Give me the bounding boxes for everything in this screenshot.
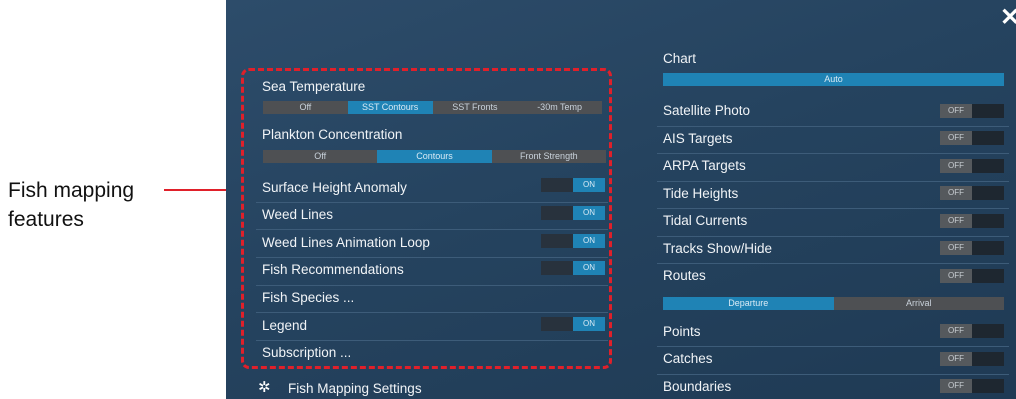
toggle-state: OFF <box>940 324 972 338</box>
gear-icon[interactable]: ✲ <box>258 380 271 396</box>
callout-line-2: features <box>8 208 84 231</box>
arpa-targets-toggle[interactable]: OFF <box>940 159 1004 173</box>
toggle-state: OFF <box>940 104 972 118</box>
divider <box>657 208 1009 209</box>
chart-option-auto[interactable]: Auto <box>663 73 1004 86</box>
toggle-label: Satellite Photo <box>663 103 751 118</box>
toggle-label: Boundaries <box>663 379 732 394</box>
divider <box>657 374 1009 375</box>
chart-label: Chart <box>663 51 697 66</box>
divider <box>657 263 1009 264</box>
ais-targets-toggle[interactable]: OFF <box>940 131 1004 145</box>
routes-mode-selector: Departure Arrival <box>663 297 1004 310</box>
toggle-label: AIS Targets <box>663 131 733 146</box>
fish-mapping-settings-label[interactable]: Fish Mapping Settings <box>288 381 422 397</box>
routes-option-departure[interactable]: Departure <box>663 297 834 310</box>
tidal-currents-toggle[interactable]: OFF <box>940 214 1004 228</box>
satellite-photo-toggle[interactable]: OFF <box>940 104 1004 118</box>
toggle-state: OFF <box>940 269 972 283</box>
divider <box>657 126 1009 127</box>
toggle-state: OFF <box>940 214 972 228</box>
toggle-label: ARPA Targets <box>663 158 746 173</box>
toggle-label: Tidal Currents <box>663 213 748 228</box>
divider <box>657 153 1009 154</box>
fish-mapping-highlight <box>241 68 612 369</box>
routes-toggle[interactable]: OFF <box>940 269 1004 283</box>
toggle-label: Points <box>663 324 701 339</box>
toggle-state: OFF <box>940 352 972 366</box>
close-icon[interactable]: ✕ <box>1000 6 1016 30</box>
divider <box>657 346 1009 347</box>
callout-label: Fish mapping features <box>8 176 134 234</box>
tracks-toggle[interactable]: OFF <box>940 241 1004 255</box>
toggle-state: OFF <box>940 379 972 393</box>
toggle-label: Routes <box>663 268 706 283</box>
callout-line-1: Fish mapping <box>8 179 135 202</box>
divider <box>657 236 1009 237</box>
boundaries-toggle[interactable]: OFF <box>940 379 1004 393</box>
toggle-label: Tracks Show/Hide <box>663 241 773 256</box>
toggle-state: OFF <box>940 131 972 145</box>
toggle-state: OFF <box>940 159 972 173</box>
points-toggle[interactable]: OFF <box>940 324 1004 338</box>
toggle-state: OFF <box>940 186 972 200</box>
catches-toggle[interactable]: OFF <box>940 352 1004 366</box>
routes-option-arrival[interactable]: Arrival <box>833 297 1004 310</box>
chart-selector[interactable]: Auto <box>663 73 1004 86</box>
toggle-label: Catches <box>663 351 713 366</box>
divider <box>657 181 1009 182</box>
toggle-state: OFF <box>940 241 972 255</box>
toggle-label: Tide Heights <box>663 186 739 201</box>
tide-heights-toggle[interactable]: OFF <box>940 186 1004 200</box>
